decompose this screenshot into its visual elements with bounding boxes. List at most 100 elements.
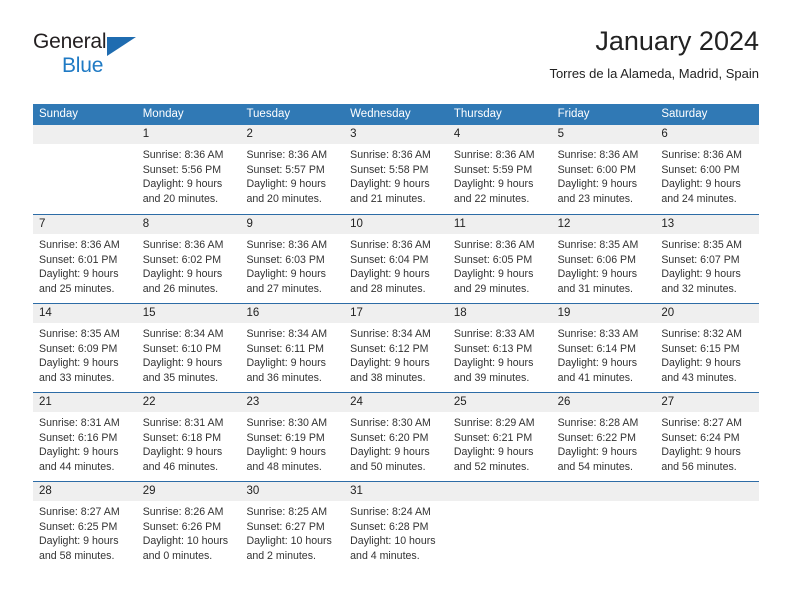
sunset-text: Sunset: 6:26 PM [142, 520, 222, 533]
sunset-text: Sunset: 6:06 PM [557, 253, 636, 266]
daylight-text-line2: and 43 minutes. [661, 371, 737, 384]
day-number: 6 [655, 125, 760, 144]
day-details: Sunrise: 8:36 AM Sunset: 6:02 PM Daylight:… [137, 234, 241, 296]
day-details: Sunrise: 8:34 AM Sunset: 6:11 PM Daylight:… [240, 323, 344, 385]
calendar-day-cell[interactable]: 23 Sunrise: 8:30 AM Sunset: 6:19 PM Dayligh… [240, 393, 345, 481]
day-number: 8 [136, 215, 241, 234]
daylight-text-line2: and 50 minutes. [350, 460, 426, 473]
sunrise-text: Sunrise: 8:31 AM [142, 417, 224, 429]
calendar-day-cell-empty [551, 482, 656, 570]
sunrise-text: Sunrise: 8:30 AM [246, 417, 328, 429]
sunset-text: Sunset: 5:57 PM [246, 163, 325, 176]
calendar-day-cell-empty [655, 482, 760, 570]
day-details: Sunrise: 8:36 AM Sunset: 6:01 PM Daylight:… [33, 234, 137, 296]
calendar-day-cell[interactable]: 29 Sunrise: 8:26 AM Sunset: 6:26 PM Dayligh… [136, 482, 241, 570]
calendar-day-cell[interactable]: 14 Sunrise: 8:35 AM Sunset: 6:09 PM Dayligh… [33, 304, 137, 392]
day-details: Sunrise: 8:30 AM Sunset: 6:20 PM Daylight:… [344, 412, 448, 474]
page-header: General Blue January 2024 Torres de la A… [33, 24, 759, 96]
daylight-text-line1: Daylight: 9 hours [557, 268, 638, 281]
calendar-week-row: 7 Sunrise: 8:36 AM Sunset: 6:01 PM Daylight… [33, 214, 760, 303]
daylight-text-line1: Daylight: 9 hours [350, 268, 430, 281]
calendar-day-cell[interactable]: 5 Sunrise: 8:36 AM Sunset: 6:00 PM Daylight… [551, 125, 656, 214]
day-details: Sunrise: 8:36 AM Sunset: 6:00 PM Daylight:… [552, 144, 656, 206]
calendar-weeks: 1 Sunrise: 8:36 AM Sunset: 5:56 PM Daylight… [33, 125, 760, 570]
day-number: 15 [136, 304, 241, 323]
calendar-day-cell[interactable]: 4 Sunrise: 8:36 AM Sunset: 5:59 PM Daylight… [447, 125, 552, 214]
calendar-day-cell[interactable]: 11 Sunrise: 8:36 AM Sunset: 6:05 PM Dayligh… [447, 215, 552, 303]
sunset-text: Sunset: 6:16 PM [39, 431, 118, 444]
sunset-text: Sunset: 6:28 PM [350, 520, 429, 533]
calendar-day-cell[interactable]: 21 Sunrise: 8:31 AM Sunset: 6:16 PM Dayligh… [33, 393, 137, 481]
calendar-day-cell[interactable]: 20 Sunrise: 8:32 AM Sunset: 6:15 PM Dayligh… [655, 304, 760, 392]
calendar-day-cell[interactable]: 18 Sunrise: 8:33 AM Sunset: 6:13 PM Dayligh… [447, 304, 552, 392]
day-details: Sunrise: 8:24 AM Sunset: 6:28 PM Daylight:… [344, 501, 448, 563]
day-number: 2 [240, 125, 345, 144]
daylight-text-line1: Daylight: 9 hours [39, 446, 119, 459]
day-number: 29 [136, 482, 241, 501]
daylight-text-line2: and 20 minutes. [142, 192, 219, 205]
daylight-text-line1: Daylight: 9 hours [453, 268, 534, 281]
daylight-text-line2: and 46 minutes. [142, 460, 219, 473]
calendar-day-cell[interactable]: 9 Sunrise: 8:36 AM Sunset: 6:03 PM Daylight… [240, 215, 345, 303]
weekday-header-thursday: Thursday [453, 108, 502, 120]
calendar-day-cell[interactable]: 31 Sunrise: 8:24 AM Sunset: 6:28 PM Dayligh… [344, 482, 448, 570]
daylight-text-line1: Daylight: 9 hours [557, 178, 638, 191]
calendar-day-cell[interactable]: 22 Sunrise: 8:31 AM Sunset: 6:18 PM Dayligh… [136, 393, 241, 481]
day-details: Sunrise: 8:36 AM Sunset: 6:04 PM Daylight:… [344, 234, 448, 296]
daylight-text-line2: and 27 minutes. [246, 282, 322, 295]
sunrise-text: Sunrise: 8:34 AM [246, 328, 328, 340]
day-number: 11 [447, 215, 552, 234]
daylight-text-line2: and 38 minutes. [350, 371, 426, 384]
daylight-text-line2: and 26 minutes. [142, 282, 219, 295]
calendar-day-cell[interactable]: 7 Sunrise: 8:36 AM Sunset: 6:01 PM Daylight… [33, 215, 137, 303]
weekday-header-sunday: Sunday [39, 108, 79, 120]
sunset-text: Sunset: 6:00 PM [661, 163, 740, 176]
daylight-text-line1: Daylight: 9 hours [246, 446, 326, 459]
sunset-text: Sunset: 6:14 PM [557, 342, 636, 355]
calendar-day-cell[interactable]: 2 Sunrise: 8:36 AM Sunset: 5:57 PM Daylight… [240, 125, 345, 214]
sunrise-text: Sunrise: 8:36 AM [246, 149, 328, 161]
daylight-text-line2: and 33 minutes. [39, 371, 115, 384]
sunset-text: Sunset: 6:00 PM [557, 163, 636, 176]
calendar-day-cell[interactable]: 25 Sunrise: 8:29 AM Sunset: 6:21 PM Dayligh… [447, 393, 552, 481]
day-number: 26 [551, 393, 656, 412]
day-details: Sunrise: 8:29 AM Sunset: 6:21 PM Daylight:… [448, 412, 552, 474]
sunrise-text: Sunrise: 8:35 AM [39, 328, 120, 340]
sunrise-text: Sunrise: 8:30 AM [350, 417, 431, 429]
daylight-text-line2: and 44 minutes. [39, 460, 115, 473]
daylight-text-line2: and 25 minutes. [39, 282, 115, 295]
calendar-day-cell[interactable]: 6 Sunrise: 8:36 AM Sunset: 6:00 PM Daylight… [655, 125, 760, 214]
day-number: 23 [240, 393, 345, 412]
calendar-day-cell[interactable]: 1 Sunrise: 8:36 AM Sunset: 5:56 PM Daylight… [136, 125, 241, 214]
calendar-day-cell[interactable]: 28 Sunrise: 8:27 AM Sunset: 6:25 PM Dayligh… [33, 482, 137, 570]
weekday-header-wednesday: Wednesday [350, 108, 411, 120]
sunrise-text: Sunrise: 8:27 AM [39, 506, 120, 518]
logo-text-general: General [33, 30, 107, 53]
sunrise-text: Sunrise: 8:34 AM [142, 328, 224, 340]
calendar-day-cell[interactable]: 17 Sunrise: 8:34 AM Sunset: 6:12 PM Dayligh… [344, 304, 448, 392]
calendar-day-cell[interactable]: 27 Sunrise: 8:27 AM Sunset: 6:24 PM Dayligh… [655, 393, 760, 481]
day-details: Sunrise: 8:28 AM Sunset: 6:22 PM Daylight:… [552, 412, 656, 474]
calendar-day-cell[interactable]: 26 Sunrise: 8:28 AM Sunset: 6:22 PM Dayligh… [551, 393, 656, 481]
calendar-day-cell[interactable]: 3 Sunrise: 8:36 AM Sunset: 5:58 PM Daylight… [344, 125, 448, 214]
sunset-text: Sunset: 6:09 PM [39, 342, 118, 355]
sunrise-text: Sunrise: 8:24 AM [350, 506, 431, 518]
day-details: Sunrise: 8:33 AM Sunset: 6:13 PM Daylight:… [448, 323, 552, 385]
daylight-text-line2: and 39 minutes. [453, 371, 530, 384]
calendar-day-cell[interactable]: 10 Sunrise: 8:36 AM Sunset: 6:04 PM Dayligh… [344, 215, 448, 303]
daylight-text-line2: and 48 minutes. [246, 460, 322, 473]
day-number: 14 [33, 304, 137, 323]
calendar-day-cell[interactable]: 15 Sunrise: 8:34 AM Sunset: 6:10 PM Dayligh… [136, 304, 241, 392]
calendar-day-cell[interactable]: 30 Sunrise: 8:25 AM Sunset: 6:27 PM Dayligh… [240, 482, 345, 570]
sunset-text: Sunset: 6:10 PM [142, 342, 222, 355]
calendar-day-cell[interactable]: 12 Sunrise: 8:35 AM Sunset: 6:06 PM Dayligh… [551, 215, 656, 303]
sunrise-text: Sunrise: 8:36 AM [246, 239, 328, 251]
calendar-day-cell[interactable]: 24 Sunrise: 8:30 AM Sunset: 6:20 PM Dayligh… [344, 393, 448, 481]
calendar-day-cell[interactable]: 8 Sunrise: 8:36 AM Sunset: 6:02 PM Daylight… [136, 215, 241, 303]
calendar-day-cell-empty [33, 125, 137, 214]
sunset-text: Sunset: 6:01 PM [39, 253, 118, 266]
calendar-day-cell[interactable]: 13 Sunrise: 8:35 AM Sunset: 6:07 PM Dayligh… [655, 215, 760, 303]
calendar-page: General Blue January 2024 Torres de la A… [0, 0, 792, 612]
calendar-day-cell[interactable]: 19 Sunrise: 8:33 AM Sunset: 6:14 PM Dayligh… [551, 304, 656, 392]
calendar-day-cell[interactable]: 16 Sunrise: 8:34 AM Sunset: 6:11 PM Dayligh… [240, 304, 345, 392]
